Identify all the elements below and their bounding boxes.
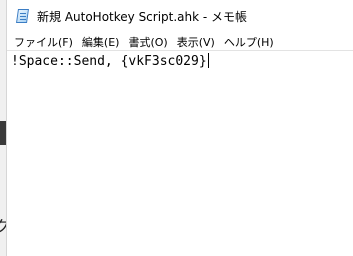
screen: ク 新規 AutoHotkey Script.ahk - メモ帳 ファイル(F)… <box>0 0 353 256</box>
notepad-window: 新規 AutoHotkey Script.ahk - メモ帳 ファイル(F) 編… <box>6 0 353 256</box>
window-title: 新規 AutoHotkey Script.ahk - メモ帳 <box>37 9 248 24</box>
title-bar[interactable]: 新規 AutoHotkey Script.ahk - メモ帳 <box>7 0 353 32</box>
menu-help[interactable]: ヘルプ(H) <box>221 32 280 52</box>
text-editor-area[interactable]: !Space::Send, {vkF3sc029} <box>7 50 353 256</box>
editor-text: !Space::Send, {vkF3sc029} <box>11 54 207 69</box>
menu-bar: ファイル(F) 編集(E) 書式(O) 表示(V) ヘルプ(H) <box>7 32 353 52</box>
menu-format[interactable]: 書式(O) <box>125 32 173 52</box>
editor-line-1[interactable]: !Space::Send, {vkF3sc029} <box>11 53 209 70</box>
notepad-icon <box>15 8 31 24</box>
menu-view[interactable]: 表示(V) <box>174 32 221 52</box>
text-caret <box>207 53 209 68</box>
menu-file[interactable]: ファイル(F) <box>11 32 79 52</box>
menu-edit[interactable]: 編集(E) <box>79 32 126 52</box>
